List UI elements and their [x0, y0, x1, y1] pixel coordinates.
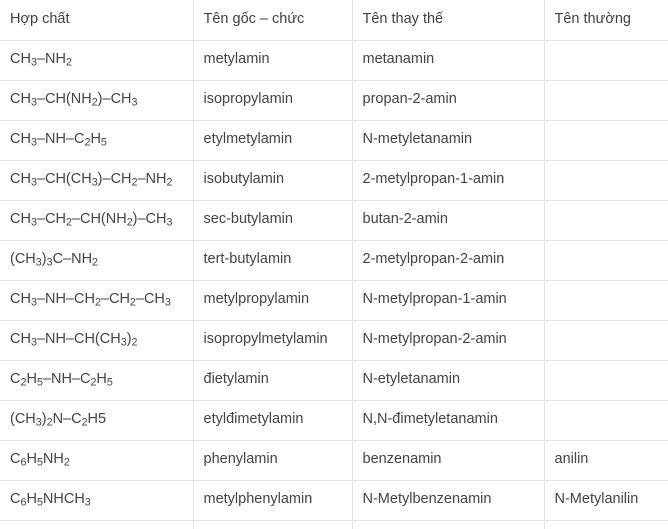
column-header-radical: Tên gốc – chức — [193, 0, 353, 41]
cell-substitutive-name: N-metyletanamin — [352, 120, 545, 161]
cell-substitutive-name: N-metylpropan-1-amin — [352, 280, 545, 321]
cell-common-name — [544, 360, 668, 401]
cell-radical-name: sec-butylamin — [193, 200, 353, 241]
column-header-compound: Hợp chất — [0, 0, 194, 41]
cell-radical-name: đietylamin — [193, 360, 353, 401]
cell-substitutive-name: N-etyletanamin — [352, 360, 545, 401]
cell-compound: CH3–CH(CH3)–CH2–NH2 — [0, 160, 194, 201]
cell-substitutive-name: metanamin — [352, 40, 545, 81]
cell-common-name — [544, 400, 668, 441]
table-row: CH3–NH2 metylamin metanamin — [0, 40, 668, 81]
cell-common-name — [544, 200, 668, 241]
cell-common-name — [544, 280, 668, 321]
cell-compound: CH3–NH2 — [0, 40, 194, 81]
cell-compound: CH3–CH2–CH(NH2)–CH3 — [0, 200, 194, 241]
table-row: CH3–NH–CH2–CH2–CH3 metylpropylamin N-metyl… — [0, 280, 668, 321]
table-row: C6H5NH2 phenylamin benzenamin anilin — [0, 440, 668, 481]
table-row: (CH3)2N–C2H5 etylđimetylamin N,N-đimetylet… — [0, 400, 668, 441]
cell-substitutive-name: 2-metylpropan-1-amin — [352, 160, 545, 201]
cell-radical-name: isopropylamin — [193, 80, 353, 121]
column-header-common: Tên thường — [544, 0, 668, 41]
cell-common-name — [544, 240, 668, 281]
cell-substitutive-name: benzenamin — [352, 440, 545, 481]
cell-compound: (CH3)2N–C2H5 — [0, 400, 194, 441]
table-body: CH3–NH2 metylamin metanamin CH3–CH(NH2)–CH3… — [0, 40, 668, 529]
cell-clipped — [193, 520, 353, 529]
table-row: CH3–CH(NH2)–CH3 isopropylamin propan-2-ami… — [0, 80, 668, 121]
cell-common-name — [544, 120, 668, 161]
cell-radical-name: isobutylamin — [193, 160, 353, 201]
cell-common-name — [544, 80, 668, 121]
table-row: CH3–CH2–CH(NH2)–CH3 sec-butylamin butan-2-… — [0, 200, 668, 241]
cell-compound: CH3–CH(NH2)–CH3 — [0, 80, 194, 121]
amine-nomenclature-table: Hợp chất Tên gốc – chức Tên thay thế Tên… — [0, 0, 668, 529]
cell-compound: CH3–NH–CH2–CH2–CH3 — [0, 280, 194, 321]
cell-substitutive-name: butan-2-amin — [352, 200, 545, 241]
cell-substitutive-name: N-metylpropan-2-amin — [352, 320, 545, 361]
cell-radical-name: metylamin — [193, 40, 353, 81]
cell-substitutive-name: propan-2-amin — [352, 80, 545, 121]
cell-common-name: anilin — [544, 440, 668, 481]
table-row: CH3–NH–C2H5 etylmetylamin N-metyletanamin — [0, 120, 668, 161]
cell-clipped — [544, 520, 668, 529]
cell-common-name — [544, 160, 668, 201]
cell-compound: (CH3)3C–NH2 — [0, 240, 194, 281]
cell-radical-name: tert-butylamin — [193, 240, 353, 281]
cell-common-name — [544, 320, 668, 361]
table-row: CH3–NH–CH(CH3)2 isopropylmetylamin N-metyl… — [0, 320, 668, 361]
cell-clipped — [0, 520, 194, 529]
cell-substitutive-name: N-Metylbenzenamin — [352, 480, 545, 521]
cell-compound: CH3–NH–CH(CH3)2 — [0, 320, 194, 361]
cell-radical-name: metylphenylamin — [193, 480, 353, 521]
table-row: C6H5NHCH3 metylphenylamin N-Metylbenzenami… — [0, 480, 668, 521]
column-header-substitutive: Tên thay thế — [352, 0, 545, 41]
cell-radical-name: phenylamin — [193, 440, 353, 481]
cell-common-name — [544, 40, 668, 81]
table-row: CH3–CH(CH3)–CH2–NH2 isobutylamin 2-metylpr… — [0, 160, 668, 201]
cell-compound: CH3–NH–C2H5 — [0, 120, 194, 161]
cell-compound: C6H5NHCH3 — [0, 480, 194, 521]
table-row: (CH3)3C–NH2 tert-butylamin 2-metylpropan-2… — [0, 240, 668, 281]
cell-radical-name: etylđimetylamin — [193, 400, 353, 441]
cell-substitutive-name: 2-metylpropan-2-amin — [352, 240, 545, 281]
cell-clipped — [352, 520, 545, 529]
cell-radical-name: metylpropylamin — [193, 280, 353, 321]
table-row-clipped — [0, 520, 668, 529]
cell-radical-name: etylmetylamin — [193, 120, 353, 161]
cell-compound: C2H5–NH–C2H5 — [0, 360, 194, 401]
table-header: Hợp chất Tên gốc – chức Tên thay thế Tên… — [0, 0, 668, 41]
cell-substitutive-name: N,N-đimetyletanamin — [352, 400, 545, 441]
cell-radical-name: isopropylmetylamin — [193, 320, 353, 361]
cell-common-name: N-Metylanilin — [544, 480, 668, 521]
header-row: Hợp chất Tên gốc – chức Tên thay thế Tên… — [0, 0, 668, 41]
cell-compound: C6H5NH2 — [0, 440, 194, 481]
table-row: C2H5–NH–C2H5 đietylamin N-etyletanamin — [0, 360, 668, 401]
